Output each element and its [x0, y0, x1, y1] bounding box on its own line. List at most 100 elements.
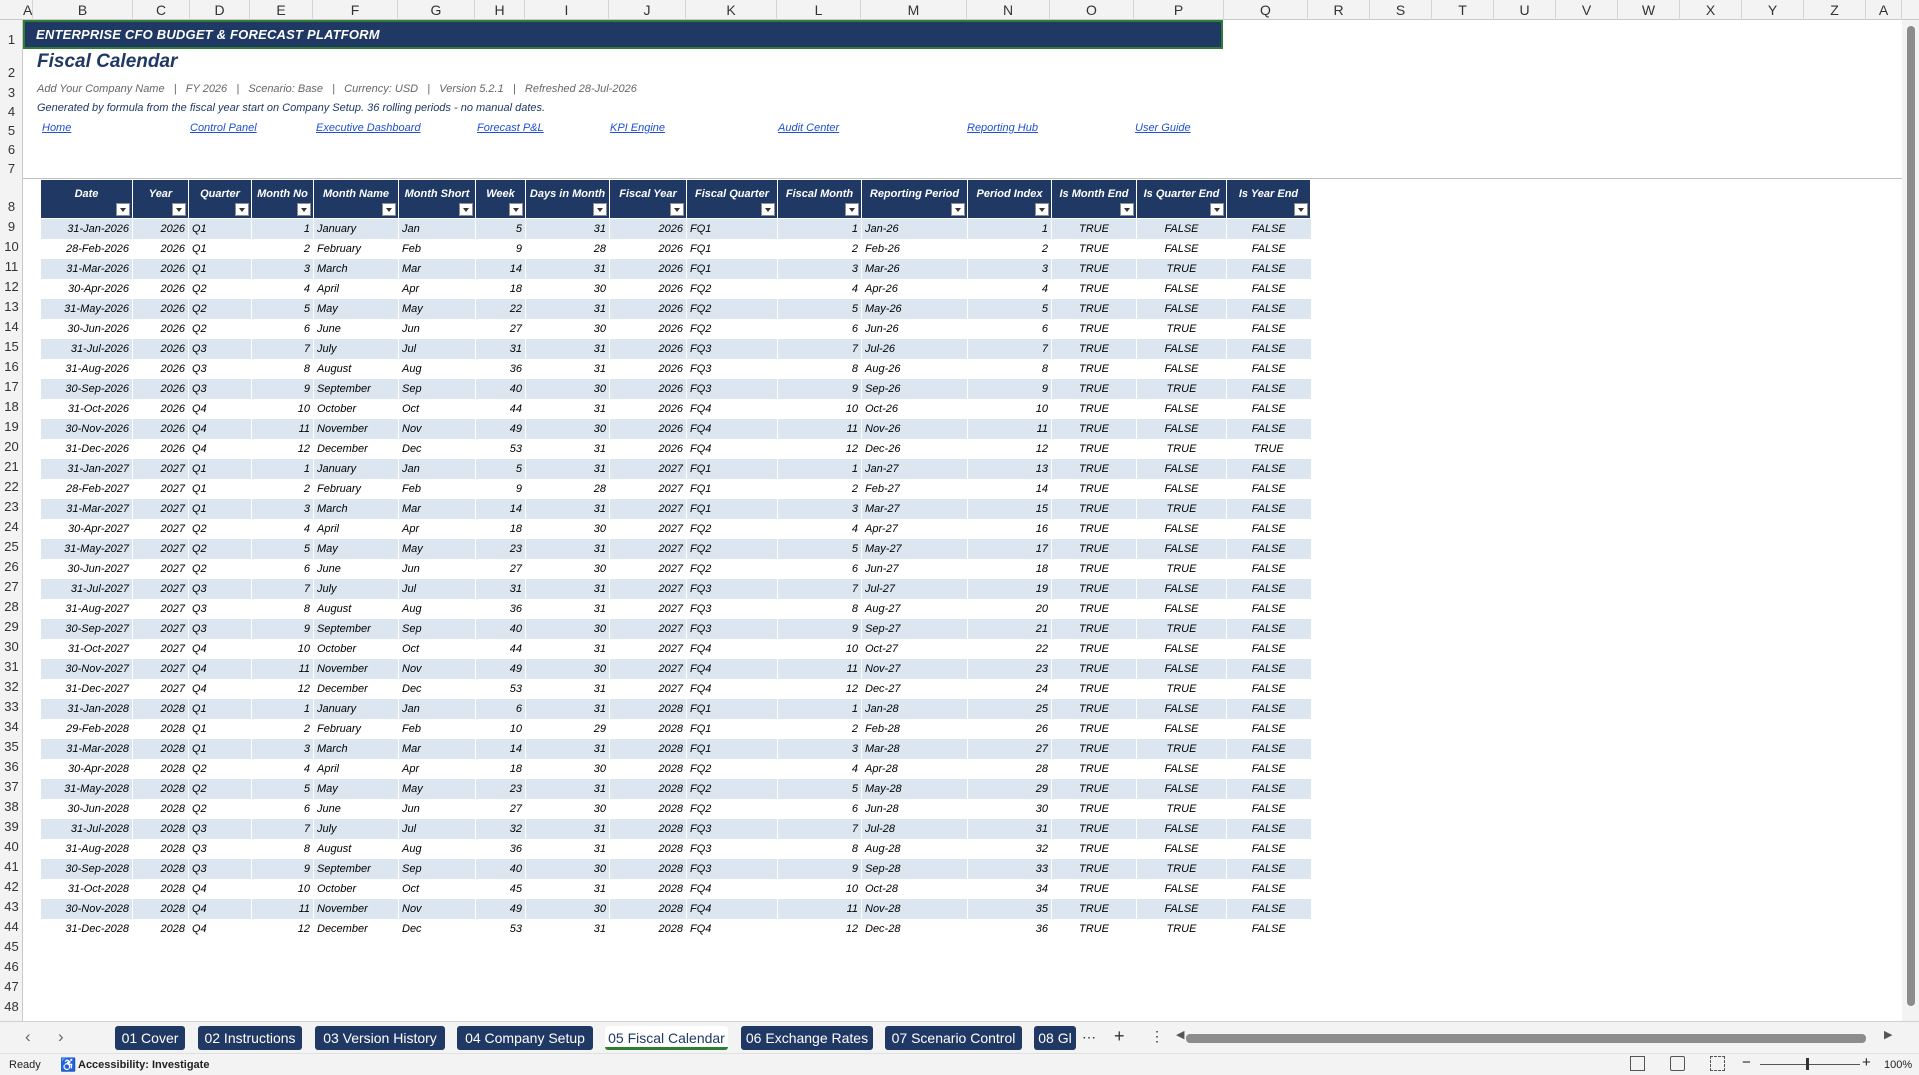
table-cell[interactable]: 36	[475, 838, 526, 859]
table-cell[interactable]: TRUE	[1051, 418, 1137, 439]
table-cell[interactable]: Q1	[188, 238, 252, 259]
table-cell[interactable]: 2026	[609, 438, 687, 459]
table-cell[interactable]: 4	[967, 278, 1052, 299]
table-cell[interactable]: Oct-28	[861, 878, 968, 899]
table-cell[interactable]: 10	[251, 398, 314, 419]
table-cell[interactable]: Feb	[398, 478, 476, 499]
table-cell[interactable]: 9	[251, 378, 314, 399]
table-cell[interactable]: 28	[967, 758, 1052, 779]
table-cell[interactable]: Jul-26	[861, 338, 968, 359]
table-cell[interactable]: Nov	[398, 898, 476, 919]
table-cell[interactable]: Sep-28	[861, 858, 968, 879]
table-cell[interactable]: FALSE	[1136, 298, 1227, 319]
table-cell[interactable]: Q4	[188, 878, 252, 899]
table-cell[interactable]: Q1	[188, 738, 252, 759]
column-header[interactable]: J	[609, 0, 686, 20]
column-header[interactable]: P	[1134, 0, 1224, 20]
table-cell[interactable]: FQ4	[686, 878, 778, 899]
table-cell[interactable]: 44	[475, 398, 526, 419]
row-header[interactable]: 47	[0, 979, 22, 994]
table-cell[interactable]: 2026	[132, 438, 189, 459]
table-cell[interactable]: TRUE	[1136, 798, 1227, 819]
table-cell[interactable]: 2027	[609, 538, 687, 559]
table-cell[interactable]: 35	[967, 898, 1052, 919]
table-cell[interactable]: Mar	[398, 498, 476, 519]
column-header[interactable]: H	[475, 0, 525, 20]
table-cell[interactable]: 3	[967, 258, 1052, 279]
table-cell[interactable]: 20	[967, 598, 1052, 619]
table-cell[interactable]: FALSE	[1226, 458, 1311, 479]
table-cell[interactable]: 6	[251, 558, 314, 579]
table-cell[interactable]: Dec-27	[861, 678, 968, 699]
table-cell[interactable]: May-27	[861, 538, 968, 559]
table-cell[interactable]: 8	[251, 358, 314, 379]
table-cell[interactable]: 31	[525, 738, 610, 759]
table-cell[interactable]: 53	[475, 678, 526, 699]
filter-dropdown-icon[interactable]	[1210, 203, 1224, 216]
table-cell[interactable]: FALSE	[1226, 698, 1311, 719]
table-cell[interactable]: 9	[777, 618, 862, 639]
table-cell[interactable]: 16	[967, 518, 1052, 539]
row-header[interactable]: 19	[0, 419, 22, 434]
table-cell[interactable]: 30-Nov-2027	[40, 658, 133, 679]
table-cell[interactable]: December	[313, 678, 399, 699]
sheet-tab-8[interactable]: 08 Gl	[1034, 1026, 1076, 1050]
table-cell[interactable]: FALSE	[1226, 538, 1311, 559]
table-cell[interactable]: TRUE	[1136, 678, 1227, 699]
table-cell[interactable]: 31-Aug-2028	[40, 838, 133, 859]
row-header[interactable]: 41	[0, 859, 22, 874]
table-cell[interactable]: 9	[475, 478, 526, 499]
table-cell[interactable]: FALSE	[1226, 498, 1311, 519]
table-cell[interactable]: Feb-28	[861, 718, 968, 739]
table-cell[interactable]: Jun	[398, 558, 476, 579]
sheet-tab-2[interactable]: 02 Instructions	[198, 1026, 302, 1050]
table-cell[interactable]: FALSE	[1136, 398, 1227, 419]
table-cell[interactable]: 10	[777, 398, 862, 419]
table-cell[interactable]: Sep	[398, 858, 476, 879]
table-cell[interactable]: 2	[777, 238, 862, 259]
table-cell[interactable]: TRUE	[1136, 318, 1227, 339]
table-cell[interactable]: 2027	[132, 518, 189, 539]
table-cell[interactable]: 40	[475, 858, 526, 879]
table-cell[interactable]: TRUE	[1051, 838, 1137, 859]
column-header[interactable]: U	[1494, 0, 1556, 20]
options-icon[interactable]: ⋮	[1150, 1028, 1164, 1045]
table-cell[interactable]: 10	[777, 638, 862, 659]
table-cell[interactable]: 31	[525, 818, 610, 839]
table-cell[interactable]: Oct	[398, 878, 476, 899]
table-cell[interactable]: FQ2	[686, 538, 778, 559]
table-cell[interactable]: FALSE	[1136, 578, 1227, 599]
table-cell[interactable]: 12	[251, 678, 314, 699]
table-cell[interactable]: 27	[475, 318, 526, 339]
table-cell[interactable]: FALSE	[1136, 638, 1227, 659]
filter-dropdown-icon[interactable]	[382, 203, 396, 216]
table-cell[interactable]: 31-Aug-2026	[40, 358, 133, 379]
table-cell[interactable]: Q1	[188, 718, 252, 739]
table-cell[interactable]: 1	[777, 458, 862, 479]
table-cell[interactable]: TRUE	[1051, 778, 1137, 799]
table-cell[interactable]: 2028	[609, 738, 687, 759]
table-cell[interactable]: 2	[251, 238, 314, 259]
nav-link-control-panel[interactable]: Control Panel	[190, 122, 257, 134]
table-cell[interactable]: 2027	[609, 658, 687, 679]
row-header[interactable]: 13	[0, 299, 22, 314]
table-cell[interactable]: Q4	[188, 438, 252, 459]
table-cell[interactable]: 4	[777, 758, 862, 779]
row-header[interactable]: 48	[0, 999, 22, 1014]
table-cell[interactable]: 3	[251, 258, 314, 279]
table-cell[interactable]: FALSE	[1136, 538, 1227, 559]
table-cell[interactable]: FQ3	[686, 598, 778, 619]
table-cell[interactable]: Apr	[398, 518, 476, 539]
table-cell[interactable]: May-28	[861, 778, 968, 799]
table-cell[interactable]: 30-Jun-2026	[40, 318, 133, 339]
table-cell[interactable]: TRUE	[1051, 798, 1137, 819]
table-cell[interactable]: 30-Apr-2028	[40, 758, 133, 779]
table-cell[interactable]: 31-Oct-2027	[40, 638, 133, 659]
table-cell[interactable]: 2028	[132, 878, 189, 899]
table-cell[interactable]: FALSE	[1136, 658, 1227, 679]
table-cell[interactable]: 9	[475, 238, 526, 259]
row-header[interactable]: 29	[0, 619, 22, 634]
table-cell[interactable]: 4	[251, 758, 314, 779]
table-cell[interactable]: TRUE	[1051, 538, 1137, 559]
table-cell[interactable]: 2027	[609, 638, 687, 659]
